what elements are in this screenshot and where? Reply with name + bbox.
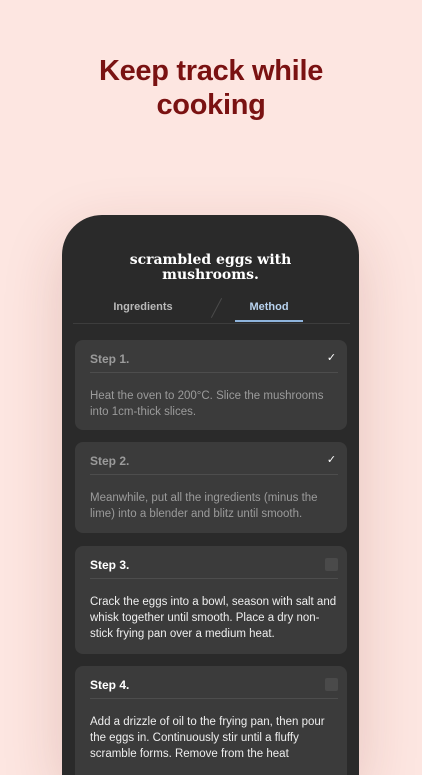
step-label: Step 1. (90, 352, 130, 366)
promo-headline: Keep track while cooking (0, 54, 422, 122)
step-text: Heat the oven to 200°C. Slice the mushro… (90, 390, 324, 418)
step-card-2[interactable]: Step 2. ✓ Meanwhile, put all the ingredi… (75, 442, 347, 533)
step-checkbox-icon[interactable] (325, 558, 338, 571)
step-text: Add a drizzle of oil to the frying pan, … (90, 716, 325, 760)
tab-ingredients[interactable]: Ingredients (93, 301, 193, 313)
tab-active-indicator (235, 320, 303, 322)
step-checkbox-checked-icon[interactable]: ✓ (325, 352, 338, 365)
step-text: Crack the eggs into a bowl, season with … (90, 596, 337, 640)
step-checkbox-icon[interactable] (325, 678, 338, 691)
recipe-title-line-2: mushrooms. (162, 267, 259, 283)
step-card-header: Step 4. (90, 678, 338, 699)
step-checkbox-checked-icon[interactable]: ✓ (325, 454, 338, 467)
step-label: Step 2. (90, 454, 130, 468)
step-card-header: Step 2. ✓ (90, 454, 338, 475)
promo-headline-line-2: cooking (156, 89, 266, 121)
promo-headline-line-1: Keep track while (98, 55, 324, 87)
recipe-title: scrambled eggs with mushrooms. (62, 253, 359, 283)
step-label: Step 4. (90, 678, 130, 692)
phone-frame: scrambled eggs with mushrooms. Ingredien… (62, 215, 359, 775)
step-text: Meanwhile, put all the ingredients (minu… (90, 492, 318, 520)
tab-divider (210, 298, 223, 318)
tab-method[interactable]: Method (235, 301, 303, 313)
step-card-3[interactable]: Step 3. Crack the eggs into a bowl, seas… (75, 546, 347, 654)
step-card-1[interactable]: Step 1. ✓ Heat the oven to 200°C. Slice … (75, 340, 347, 430)
recipe-title-line-1: scrambled eggs with (129, 252, 292, 268)
step-label: Step 3. (90, 558, 130, 572)
step-card-4[interactable]: Step 4. Add a drizzle of oil to the fryi… (75, 666, 347, 775)
step-card-header: Step 3. (90, 558, 338, 579)
step-card-header: Step 1. ✓ (90, 352, 338, 373)
tab-bar: Ingredients Method (73, 295, 350, 324)
